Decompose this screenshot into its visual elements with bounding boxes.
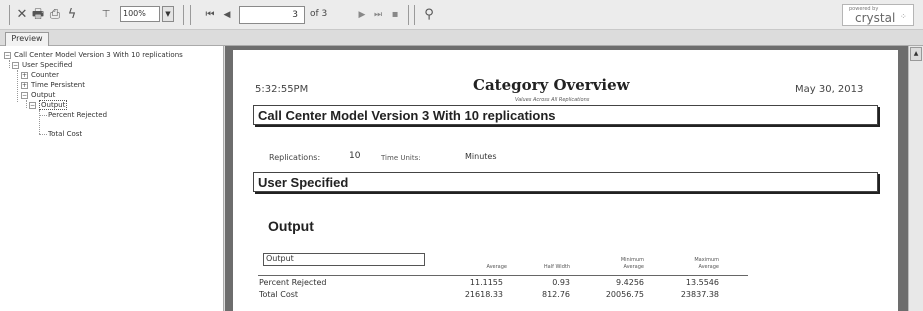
group-tree-panel: − Call Center Model Version 3 With 10 rep… — [0, 46, 224, 311]
report-preview-area: 5:32:55PM Category Overview Values Acros… — [225, 46, 908, 311]
chevron-down-icon[interactable]: ▼ — [162, 6, 174, 22]
page-number-input[interactable]: 3 — [239, 6, 305, 24]
tree-node-label: Output — [39, 100, 68, 110]
search-binoculars-icon[interactable]: ⚲ — [421, 7, 437, 23]
table-cell-maximum: 23837.38 — [680, 290, 719, 299]
crystal-logo: powered by crystal ⁘ — [842, 4, 914, 26]
toolbar-separator — [9, 5, 10, 25]
logo-dots-icon: ⁘ — [900, 12, 907, 21]
tree-node-label: Counter — [31, 71, 59, 79]
tree-connector — [39, 110, 40, 134]
tree-node-percent-rejected[interactable]: Percent Rejected — [48, 111, 107, 120]
column-header-average: Average — [486, 264, 507, 270]
toolbar-separator — [408, 5, 409, 25]
toolbar-separator — [183, 5, 184, 25]
table-cell-half-width: 0.93 — [552, 278, 570, 287]
column-header-minimum: Minimum Average — [620, 257, 644, 270]
model-title: Call Center Model Version 3 With 10 repl… — [258, 108, 556, 123]
export-icon[interactable]: ⎙ — [48, 7, 62, 23]
tree-node-label: User Specified — [22, 61, 73, 69]
report-title: Category Overview — [473, 76, 630, 94]
report-subtitle: Values Across All Replications — [515, 97, 590, 103]
table-row-label: Percent Rejected — [259, 278, 327, 287]
replications-value: 10 — [349, 151, 361, 161]
toolbar-separator — [190, 5, 191, 25]
scroll-up-icon[interactable]: ▲ — [910, 47, 922, 61]
collapse-icon[interactable]: − — [21, 91, 28, 99]
page-count: of 3 — [310, 9, 328, 19]
report-page: 5:32:55PM Category Overview Values Acros… — [233, 50, 898, 311]
tree-connector — [26, 100, 27, 108]
table-row-label: Total Cost — [259, 290, 299, 299]
output-heading: Output — [268, 218, 314, 234]
column-header-half-width: Half Width — [543, 264, 570, 270]
collapse-icon[interactable]: − — [12, 61, 19, 69]
user-specified-heading: User Specified — [258, 175, 349, 190]
collapse-icon[interactable]: − — [29, 101, 36, 109]
first-page-icon[interactable]: ⏮ — [204, 7, 216, 23]
tree-node-label: Output — [31, 91, 56, 99]
print-icon[interactable]: 🖶 — [31, 7, 45, 23]
tree-node-time-persistent[interactable]: + Time Persistent — [21, 81, 85, 90]
toolbar-separator — [414, 5, 415, 25]
last-page-icon[interactable]: ⏭ — [372, 7, 384, 23]
tree-node-label: Call Center Model Version 3 With 10 repl… — [14, 51, 183, 59]
report-time: 5:32:55PM — [255, 84, 309, 95]
table-cell-half-width: 812.76 — [542, 290, 570, 299]
column-header-maximum: Maximum Average — [694, 257, 719, 270]
zoom-select[interactable]: 100% — [120, 6, 160, 22]
tree-connector — [9, 60, 10, 68]
model-title-frame: Call Center Model Version 3 With 10 repl… — [253, 105, 878, 125]
table-cell-minimum: 9.4256 — [616, 278, 644, 287]
tab-preview[interactable]: Preview — [5, 32, 49, 46]
next-page-icon[interactable]: ▶ — [356, 7, 368, 23]
toolbar: ✕ 🖶 ⎙ ϟ ⊤ 100% ▼ ⏮ ◀ 3 of 3 ▶ ⏭ ▪ ⚲ powe… — [0, 0, 923, 30]
tree-node-output[interactable]: − Output — [21, 91, 55, 100]
tree-node-label: Time Persistent — [31, 81, 85, 89]
previous-page-icon[interactable]: ◀ — [221, 7, 233, 23]
tree-node-counter[interactable]: + Counter — [21, 71, 59, 80]
table-cell-maximum: 13.5546 — [685, 278, 719, 287]
close-icon[interactable]: ✕ — [16, 7, 28, 23]
collapse-icon[interactable]: − — [4, 51, 11, 59]
stop-icon[interactable]: ▪ — [389, 7, 401, 23]
tree-node-total-cost[interactable]: Total Cost — [48, 130, 82, 139]
expand-icon[interactable]: + — [21, 81, 28, 89]
tree-node-root[interactable]: − Call Center Model Version 3 With 10 rep… — [4, 51, 183, 60]
report-viewer-window: ✕ 🖶 ⎙ ϟ ⊤ 100% ▼ ⏮ ◀ 3 of 3 ▶ ⏭ ▪ ⚲ powe… — [0, 0, 923, 311]
expand-icon[interactable]: + — [21, 71, 28, 79]
refresh-icon[interactable]: ϟ — [65, 7, 79, 23]
vertical-scrollbar[interactable]: ▲ — [908, 46, 923, 311]
tree-node-user-specified[interactable]: − User Specified — [12, 61, 72, 70]
tree-node-output-child[interactable]: − Output — [29, 100, 68, 110]
tree-connector — [39, 115, 47, 116]
logo-wordmark: crystal — [855, 11, 896, 25]
time-units-label: Time Units: — [381, 154, 421, 162]
replications-label: Replications: — [269, 153, 321, 162]
time-units-value: Minutes — [465, 152, 497, 161]
output-group-box: Output — [263, 253, 425, 266]
tree-connector — [17, 70, 18, 102]
table-cell-average: 21618.33 — [464, 290, 503, 299]
output-group-label: Output — [266, 254, 294, 263]
report-date: May 30, 2013 — [795, 84, 864, 95]
table-cell-minimum: 20056.75 — [605, 290, 644, 299]
table-divider — [258, 275, 748, 276]
table-cell-average: 11.1155 — [469, 278, 503, 287]
tab-strip: Preview — [0, 30, 923, 46]
user-specified-frame: User Specified — [253, 172, 878, 192]
tree-connector — [39, 134, 47, 135]
group-tree-toggle-icon[interactable]: ⊤ — [98, 7, 114, 23]
